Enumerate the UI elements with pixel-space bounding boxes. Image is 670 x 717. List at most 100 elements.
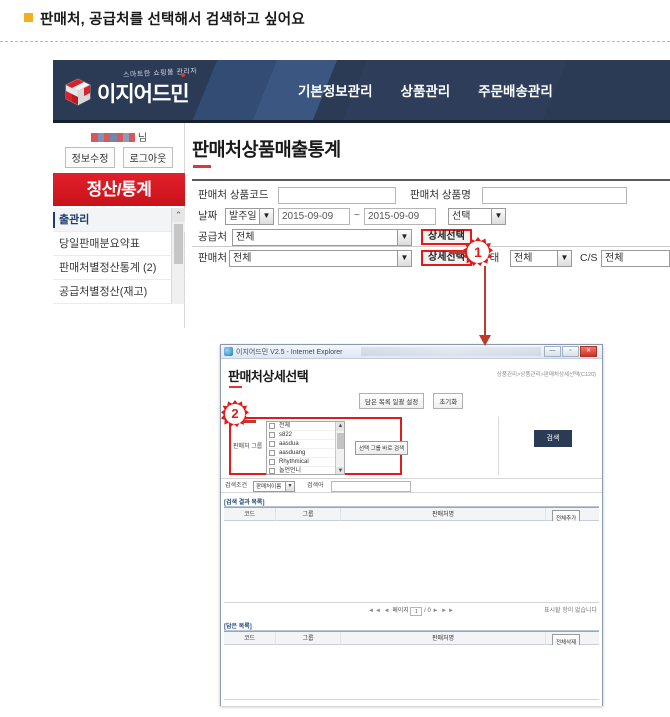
group-item-aasduang[interactable]: aasduang [267, 449, 344, 458]
date-range-tilde: ~ [354, 210, 360, 221]
username-masked [90, 133, 135, 142]
scrollbar-thumb[interactable] [337, 433, 344, 449]
popup-title-underline [229, 386, 242, 388]
checkbox-icon[interactable] [269, 441, 275, 447]
chevron-down-icon: ▼ [259, 209, 273, 224]
date-from-input[interactable] [278, 208, 350, 225]
search-condition-select[interactable]: 판매처이름 ▼ [253, 481, 295, 492]
seller-group-list[interactable]: 전체 s822 aasdua aasduang Rhythmical 놀언언니 … [266, 421, 345, 475]
brand-name: 이지어드민 [97, 83, 190, 106]
page-heading-text: 판매처, 공급처를 선택해서 검색하고 싶어요 [40, 12, 305, 28]
bullet-marker-icon [24, 13, 33, 22]
callout-number-1: 1 [467, 241, 489, 263]
popup-top-buttons: 담은 목록 일괄 설정 초기화 [359, 393, 469, 409]
cs-select[interactable]: 전체 [601, 250, 670, 267]
basket-table-body[interactable] [224, 645, 599, 700]
main-nav: 기본정보관리 상품관리 주문배송관리 [298, 80, 581, 104]
basket-table-header: 코드 그룹 판매처명 전체삭제 [224, 631, 599, 652]
logout-button[interactable]: 로그아웃 [122, 147, 174, 168]
popup-title: 판매처상세선택 [228, 369, 309, 384]
page-heading-bar: 판매처, 공급처를 선택해서 검색하고 싶어요 [0, 0, 670, 40]
group-list-scrollbar[interactable]: ▲ ▼ [335, 422, 344, 474]
close-button[interactable]: ✕ [580, 346, 597, 357]
supplier-value: 전체 [236, 232, 255, 243]
group-item-label: s822 [279, 432, 293, 438]
checkbox-icon[interactable] [269, 432, 275, 438]
pager-last-button[interactable]: ►► [441, 608, 455, 614]
sidebar-item-daily-summary[interactable]: 당일판매분요약표 [53, 232, 185, 256]
popup-title-bar[interactable]: 이지어드민 V2.5 - Internet Explorer — ▫ ✕ [221, 345, 602, 359]
result-table-body[interactable] [224, 521, 599, 603]
checkbox-icon[interactable] [269, 468, 275, 474]
brand-dot-icon [181, 73, 185, 77]
scrollbar-thumb[interactable] [174, 224, 183, 264]
sidebar-item-출관리[interactable]: 출관리 [53, 208, 185, 232]
checkbox-icon[interactable] [269, 450, 275, 456]
search-condition-row: 검색조건 판매처이름 ▼ 검색어 [221, 478, 602, 493]
callout-badge-2: 2 [221, 400, 249, 428]
product-code-input[interactable] [278, 187, 396, 204]
basket-col-group: 그룹 [276, 632, 341, 646]
cs-value: 전체 [605, 253, 624, 264]
label-cs: C/S [580, 252, 598, 264]
date-type-select[interactable]: 발주일 ▼ [225, 208, 274, 225]
date-to-input[interactable] [364, 208, 436, 225]
label-seller-group: 판매처 그룹 [233, 444, 263, 450]
callout-number-2: 2 [225, 404, 245, 424]
basket-col-action: 전체삭제 [546, 632, 599, 652]
seller-value: 전체 [233, 253, 252, 264]
nav-item-order-shipping[interactable]: 주문배송관리 [478, 80, 553, 100]
group-filter-highlight-box: 판매처 그룹 전체 s822 aasdua aasduang Rhythmica… [229, 417, 409, 475]
nav-item-basic-info[interactable]: 기본정보관리 [298, 80, 373, 100]
sidebar: 님 정보수정 로그아웃 정산/통계 출관리 당일판매분요약표 판매처별정산통계 … [53, 123, 185, 328]
label-keyword: 검색어 [307, 483, 324, 489]
basket-col-code: 코드 [224, 632, 276, 646]
scroll-up-icon[interactable]: ▲ [336, 422, 344, 431]
basket-list-label: [담은 목록] [224, 624, 252, 630]
group-item-nolonunni[interactable]: 놀언언니 [267, 467, 344, 474]
checkbox-icon[interactable] [269, 423, 275, 429]
checkbox-icon[interactable] [269, 459, 275, 465]
sidebar-item-supplier-settlement[interactable]: 공급처별정산(재고) [53, 280, 185, 304]
group-item-aasdua[interactable]: aasdua [267, 440, 344, 449]
empty-state-text: 표시할 항이 없습니다 [543, 608, 597, 614]
maximize-button[interactable]: ▫ [562, 346, 579, 357]
edit-profile-button[interactable]: 정보수정 [64, 147, 116, 168]
group-item-label: Rhythmical [279, 459, 309, 465]
pager-prev-button[interactable]: ◄ [384, 608, 391, 614]
pager-next-button[interactable]: ► [432, 608, 439, 614]
chevron-down-icon: ▼ [397, 251, 411, 266]
group-item-all[interactable]: 전체 [267, 422, 344, 431]
apply-list-button[interactable]: 담은 목록 일괄 설정 [359, 393, 425, 409]
supplier-select[interactable]: 전체 ▼ [232, 229, 412, 246]
keyword-input[interactable] [331, 481, 411, 492]
minimize-button[interactable]: — [544, 346, 561, 357]
reset-button[interactable]: 초기화 [433, 393, 464, 409]
product-name-input[interactable] [482, 187, 627, 204]
title-underline [193, 165, 211, 168]
sidebar-scrollbar[interactable]: ⌃ [171, 208, 185, 304]
label-seller: 판매처 [198, 252, 227, 264]
group-item-s822[interactable]: s822 [267, 431, 344, 440]
result-col-group: 그룹 [276, 508, 341, 522]
scroll-down-icon[interactable]: ▼ [336, 467, 344, 474]
scroll-up-icon[interactable]: ⌃ [172, 208, 185, 222]
status-select[interactable]: 전체 ▼ [510, 250, 572, 267]
date-preset-select[interactable]: 선택 ▼ [448, 208, 506, 225]
search-button[interactable]: 검색 [534, 430, 572, 447]
window-controls: — ▫ ✕ [544, 346, 600, 358]
sidebar-item-seller-settlement[interactable]: 판매처별정산통계 (2) [53, 256, 185, 280]
sidebar-menu: 출관리 당일판매분요약표 판매처별정산통계 (2) 공급처별정산(재고) [53, 208, 185, 304]
label-supplier: 공급처 [198, 231, 227, 243]
pager-page-input[interactable]: 1 [410, 607, 423, 616]
nav-item-product[interactable]: 상품관리 [401, 80, 451, 100]
app-header: 스마트한 쇼핑몰 관리자 이지어드민 기본정보관리 상품관리 주문배송관리 [53, 60, 670, 122]
group-quick-search-button[interactable]: 선택 그룹 바로 검색 [355, 441, 409, 455]
title-bar-blur-overlay [361, 347, 541, 356]
date-preset-value: 선택 [452, 211, 471, 222]
brand-logo[interactable]: 스마트한 쇼핑몰 관리자 이지어드민 [63, 68, 253, 112]
pager-first-button[interactable]: ◄◄ [368, 608, 382, 614]
group-item-rhythmical[interactable]: Rhythmical [267, 458, 344, 467]
seller-select[interactable]: 전체 ▼ [229, 250, 412, 267]
heading-divider [0, 41, 670, 42]
